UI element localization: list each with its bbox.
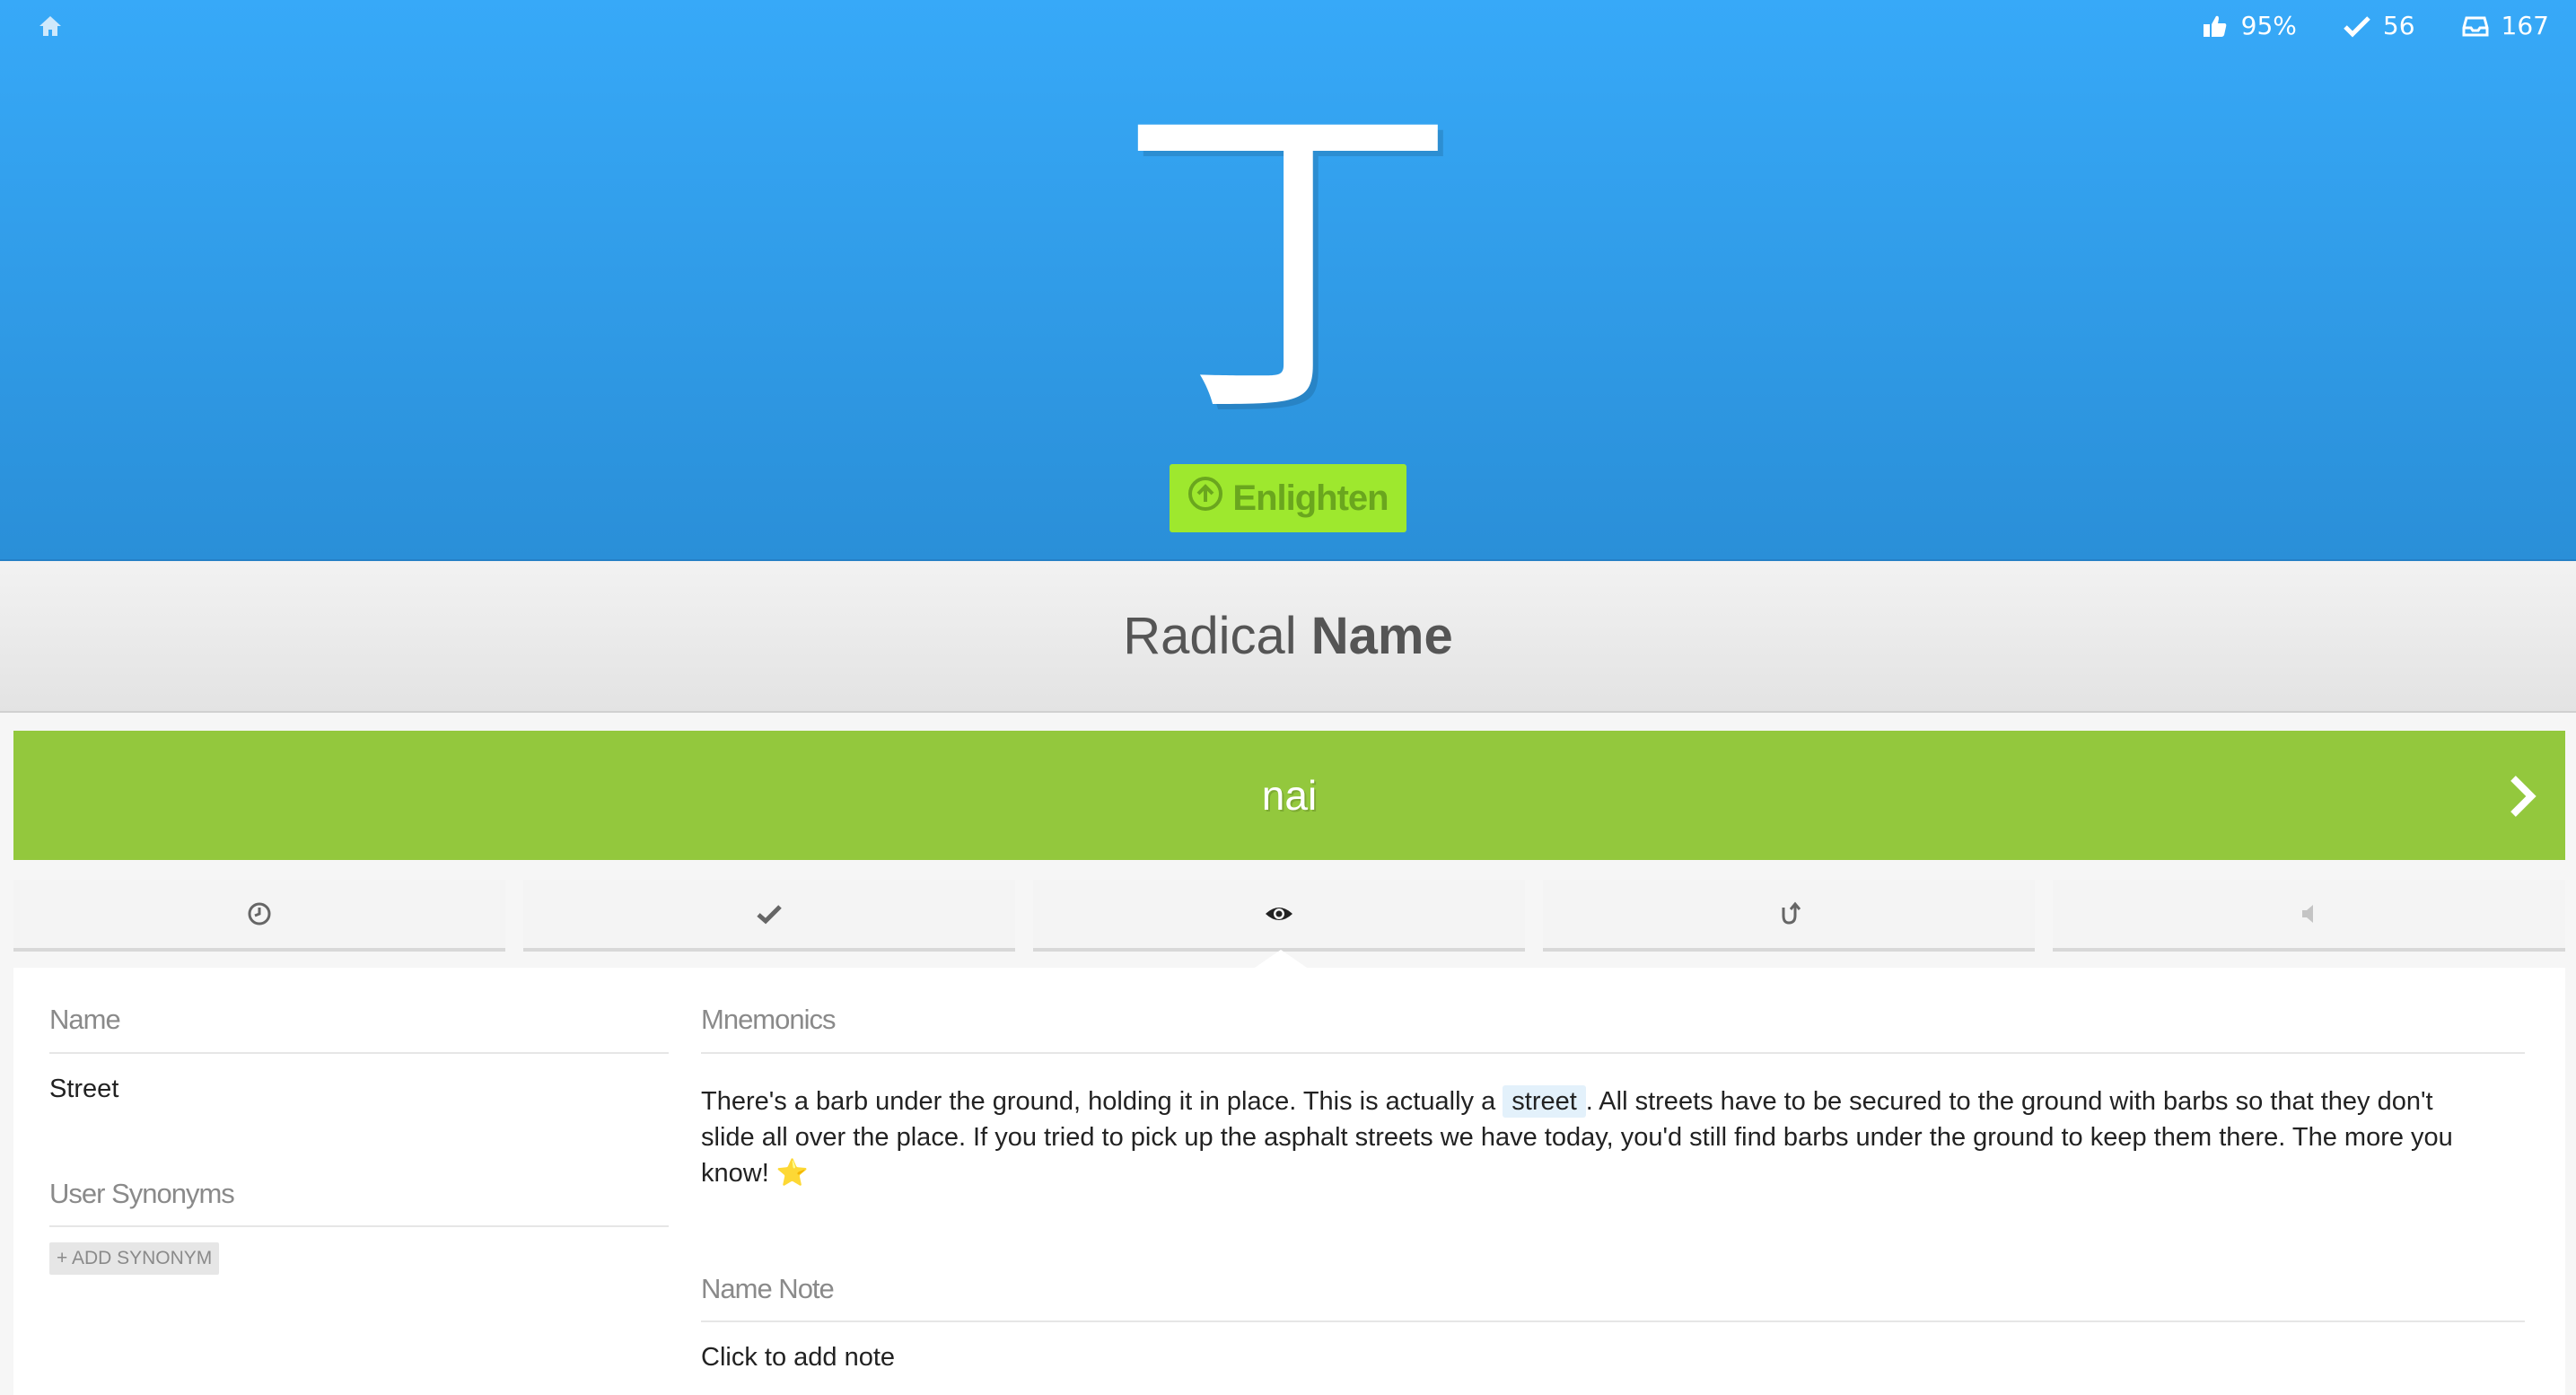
check-icon <box>757 905 782 925</box>
star-icon: ⭐ <box>775 1159 809 1188</box>
inbox-value: 167 <box>2501 11 2549 40</box>
name-note-field[interactable]: Click to add note <box>701 1339 895 1375</box>
submit-next-button[interactable] <box>2504 771 2540 821</box>
mnemonic-text-part1: There's a barb under the ground, holding… <box>701 1087 1496 1116</box>
name-note-divider <box>701 1320 2525 1322</box>
answer-field[interactable]: nai <box>13 731 2565 860</box>
name-value: Street <box>49 1075 119 1103</box>
stats-bar: 95% 56 167 <box>2202 11 2549 40</box>
undo-icon <box>1782 901 1801 925</box>
mnemonic-highlight: street <box>1503 1085 1586 1118</box>
checkmark-icon <box>2344 14 2370 38</box>
question-item-type: Radical <box>1123 607 1297 665</box>
synonyms-divider <box>49 1225 669 1227</box>
mnemonics-heading: Mnemonics <box>701 1004 836 1035</box>
audio-button[interactable] <box>2053 880 2565 952</box>
mnemonic-line-1: There's a barb under the ground, holding… <box>701 1084 2550 1119</box>
user-synonyms-heading: User Synonyms <box>49 1178 235 1209</box>
name-heading: Name <box>49 1004 121 1035</box>
additional-buttons <box>13 880 2565 952</box>
enlighten-button[interactable]: Enlighten <box>1170 464 1406 532</box>
mnemonic-text-part2: . All streets have to be secured to the … <box>1585 1087 2433 1116</box>
last-items-button[interactable] <box>13 880 505 952</box>
approval-value: 95% <box>2240 11 2297 40</box>
audio-icon <box>2301 905 2313 923</box>
home-icon[interactable] <box>38 14 65 41</box>
mnemonic-line-2: slide all over the place. If you tried t… <box>701 1123 2453 1152</box>
info-pointer <box>1252 950 1310 969</box>
chevron-right-icon <box>2510 776 2537 817</box>
mnemonic-line-3-text: know! <box>701 1159 769 1188</box>
clock-icon <box>248 902 271 926</box>
kanji-character: 丁 <box>1117 63 1459 461</box>
mnemonics-divider <box>701 1052 2525 1054</box>
item-info-button[interactable] <box>1033 880 1525 952</box>
inbox-icon <box>2462 15 2489 37</box>
mark-correct-button[interactable] <box>523 880 1015 952</box>
review-header: 95% 56 167 丁 Enlighten <box>0 0 2576 561</box>
name-note-heading: Name Note <box>701 1273 835 1304</box>
question-type-band: Radical Name <box>0 561 2576 713</box>
name-divider <box>49 1052 669 1054</box>
add-synonym-button[interactable]: + ADD SYNONYM <box>49 1242 220 1275</box>
correct-stat: 56 <box>2344 11 2415 40</box>
enlighten-label: Enlighten <box>1232 478 1389 518</box>
thumbs-up-icon <box>2202 13 2229 39</box>
arrow-up-circle-icon <box>1187 476 1223 521</box>
approval-stat: 95% <box>2202 11 2297 40</box>
correct-value: 56 <box>2382 11 2415 40</box>
eye-icon <box>1266 908 1292 920</box>
inbox-stat: 167 <box>2462 11 2549 40</box>
undo-button[interactable] <box>1543 880 2035 952</box>
answer-input-value[interactable]: nai <box>13 731 2565 860</box>
question-category: Name <box>1310 607 1453 665</box>
mnemonic-text: There's a barb under the ground, holding… <box>701 1084 2550 1191</box>
mnemonic-line-3: know! ⭐ <box>701 1155 2550 1191</box>
question-type-title: Radical Name <box>1123 606 1453 666</box>
